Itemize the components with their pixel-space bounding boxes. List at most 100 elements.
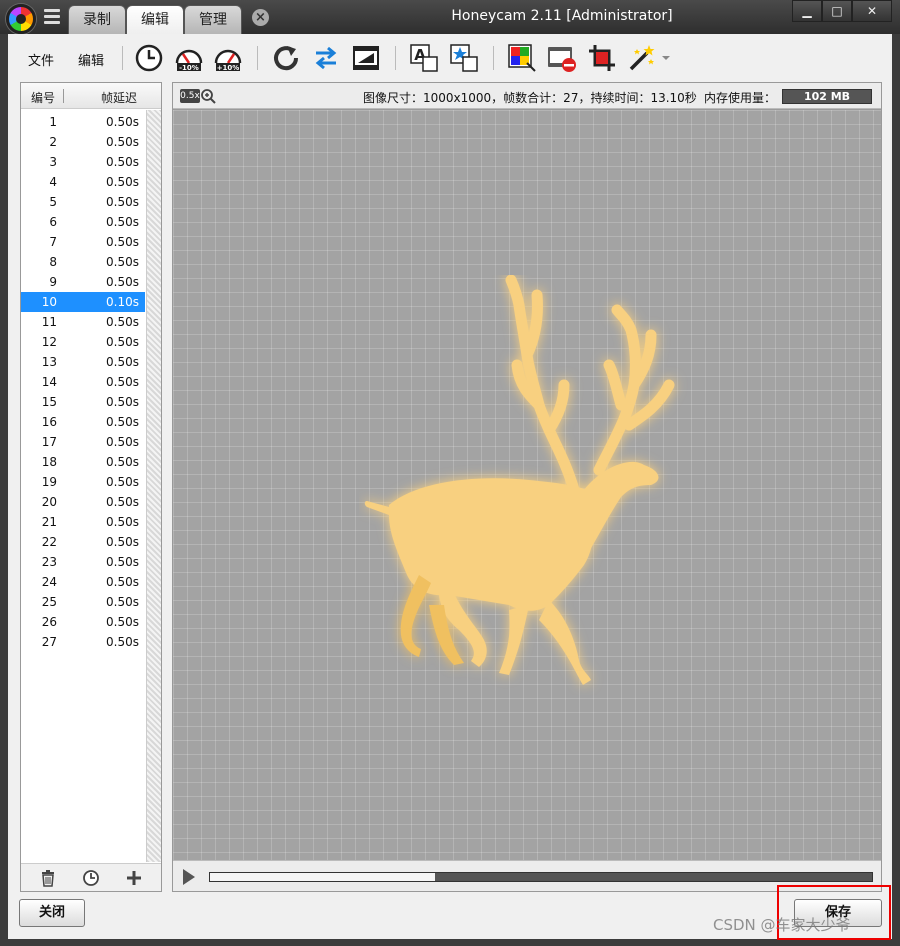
frame-list-row[interactable]: 3 0.50s: [21, 152, 145, 172]
frame-number: 14: [41, 375, 57, 389]
zoom-in-icon[interactable]: [200, 88, 216, 104]
frame-list-panel: 编号 帧延迟 1 0.50s 2 0.50s 3 0.50s 4 0.50s 5 0.50s 6 0.…: [20, 82, 162, 892]
sticker-icon[interactable]: [449, 43, 479, 73]
frame-delay: 0.50s: [106, 535, 139, 549]
frame-number: 16: [41, 415, 57, 429]
frame-list-row[interactable]: 9 0.50s: [21, 272, 145, 292]
text-icon[interactable]: A: [409, 43, 439, 73]
frame-delay: 0.50s: [106, 515, 139, 529]
preview-panel: 0.5x 图像尺寸：1000x1000，帧数合计：27，持续时间：13.10秒 …: [172, 82, 882, 892]
frame-list-row[interactable]: 1 0.50s: [21, 112, 145, 132]
frame-list-row[interactable]: 18 0.50s: [21, 452, 145, 472]
frame-delay: 0.50s: [106, 135, 139, 149]
frame-delay: 0.50s: [106, 495, 139, 509]
frame-number: 1: [49, 115, 57, 129]
file-menu[interactable]: 文件: [28, 50, 54, 69]
frame-delay: 0.50s: [106, 475, 139, 489]
crop-icon[interactable]: [587, 43, 617, 73]
film-edit-icon[interactable]: [351, 43, 381, 73]
frame-number: 8: [49, 255, 57, 269]
frame-number: 13: [41, 355, 57, 369]
zoom-control[interactable]: 0.5x: [180, 88, 218, 104]
frame-list-row[interactable]: 20 0.50s: [21, 492, 145, 512]
frame-number: 18: [41, 455, 57, 469]
edit-menu[interactable]: 编辑: [78, 50, 104, 69]
frame-number: 9: [49, 275, 57, 289]
frame-list-header: 编号 帧延迟: [21, 83, 161, 109]
frame-list-row[interactable]: 12 0.50s: [21, 332, 145, 352]
preview-info-bar: 0.5x 图像尺寸：1000x1000，帧数合计：27，持续时间：13.10秒 …: [173, 83, 881, 109]
frame-list-row[interactable]: 5 0.50s: [21, 192, 145, 212]
frame-list-row[interactable]: 2 0.50s: [21, 132, 145, 152]
frame-list-row[interactable]: 23 0.50s: [21, 552, 145, 572]
frame-list-scrollbar[interactable]: [146, 110, 161, 862]
frame-list-row[interactable]: 24 0.50s: [21, 572, 145, 592]
close-window-button[interactable]: ✕: [852, 0, 892, 22]
playback-progress-bar[interactable]: [209, 872, 873, 882]
maximize-button[interactable]: □: [822, 0, 852, 22]
frame-delay: 0.50s: [106, 175, 139, 189]
swap-icon[interactable]: [311, 43, 341, 73]
play-icon[interactable]: [183, 869, 195, 885]
frame-list-row[interactable]: 19 0.50s: [21, 472, 145, 492]
playback-bar: [173, 860, 881, 891]
minimize-button[interactable]: ▁: [792, 0, 822, 22]
frame-list-rows: 1 0.50s 2 0.50s 3 0.50s 4 0.50s 5 0.50s 6 0.50s 7 0.5…: [21, 112, 145, 652]
image-info-text: 图像尺寸：1000x1000，帧数合计：27，持续时间：13.10秒: [363, 91, 697, 105]
rotate-icon[interactable]: [271, 43, 301, 73]
frame-delay: 0.50s: [106, 255, 139, 269]
speed-plus-10-icon[interactable]: +10%: [213, 43, 243, 73]
frame-list-row[interactable]: 10 0.10s: [21, 292, 145, 312]
frame-list-row[interactable]: 14 0.50s: [21, 372, 145, 392]
frame-list-row[interactable]: 25 0.50s: [21, 592, 145, 612]
frame-list-row[interactable]: 15 0.50s: [21, 392, 145, 412]
title-bar: 录制 编辑 管理 × Honeycam 2.11 [Administrator]…: [0, 0, 900, 35]
close-button[interactable]: 关闭: [19, 899, 85, 927]
frame-delay: 0.50s: [106, 375, 139, 389]
frame-list-row[interactable]: 11 0.50s: [21, 312, 145, 332]
frame-list-row[interactable]: 16 0.50s: [21, 412, 145, 432]
speed-minus-10-icon[interactable]: -10%: [174, 43, 204, 73]
frame-list-row[interactable]: 17 0.50s: [21, 432, 145, 452]
preview-canvas[interactable]: [173, 110, 881, 860]
remove-frames-icon[interactable]: [547, 43, 577, 73]
frame-list-row[interactable]: 27 0.50s: [21, 632, 145, 652]
column-header-delay[interactable]: 帧延迟: [101, 89, 137, 106]
frame-list-row[interactable]: 6 0.50s: [21, 212, 145, 232]
column-header-number[interactable]: 编号: [31, 89, 55, 106]
frame-delay-clock-icon[interactable]: [82, 869, 100, 887]
toolbar-divider: [493, 46, 494, 70]
frame-number: 5: [49, 195, 57, 209]
frame-delay: 0.50s: [106, 455, 139, 469]
frame-list-row[interactable]: 8 0.50s: [21, 252, 145, 272]
frame-number: 22: [41, 535, 57, 549]
toolbar-divider: [257, 46, 258, 70]
color-filter-icon[interactable]: [507, 43, 537, 73]
frame-delay: 0.50s: [106, 195, 139, 209]
frame-delay: 0.50s: [106, 275, 139, 289]
magic-wand-icon[interactable]: [627, 43, 657, 73]
toolbar-divider: [395, 46, 396, 70]
frame-delay: 0.50s: [106, 435, 139, 449]
frame-list-row[interactable]: 21 0.50s: [21, 512, 145, 532]
frame-list-row[interactable]: 7 0.50s: [21, 232, 145, 252]
clock-icon[interactable]: [134, 43, 164, 73]
frame-delay: 0.50s: [106, 615, 139, 629]
chevron-down-icon[interactable]: [660, 43, 672, 73]
add-frame-icon[interactable]: [125, 869, 143, 887]
frame-list-row[interactable]: 22 0.50s: [21, 532, 145, 552]
frame-delay: 0.50s: [106, 415, 139, 429]
zoom-level: 0.5x: [180, 89, 200, 103]
frame-list-row[interactable]: 4 0.50s: [21, 172, 145, 192]
frame-number: 3: [49, 155, 57, 169]
frame-number: 25: [41, 595, 57, 609]
frame-list-row[interactable]: 26 0.50s: [21, 612, 145, 632]
frame-list-row[interactable]: 13 0.50s: [21, 352, 145, 372]
memory-usage-label: 内存使用量：: [704, 91, 777, 105]
frame-number: 12: [41, 335, 57, 349]
trash-icon[interactable]: [39, 869, 57, 887]
window-title: Honeycam 2.11 [Administrator]: [451, 8, 673, 24]
running-deer-image: [364, 275, 675, 685]
frame-delay: 0.50s: [106, 155, 139, 169]
frame-delay: 0.50s: [106, 575, 139, 589]
